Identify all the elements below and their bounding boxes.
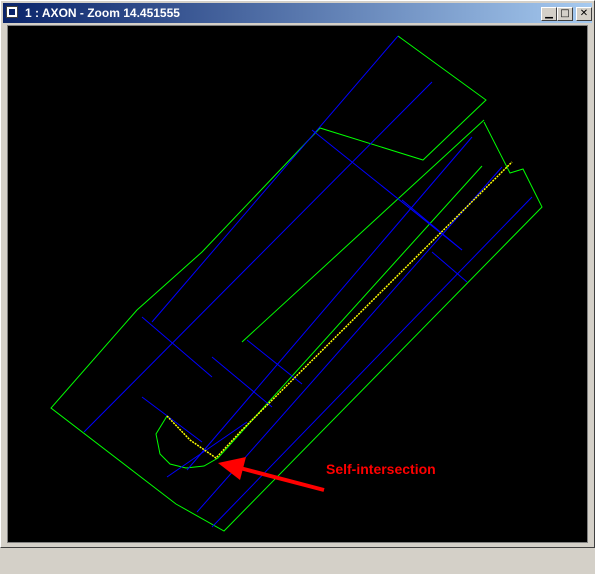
self-intersection-label: Self-intersection — [326, 461, 436, 477]
gridline — [141, 316, 213, 378]
window-title: 1 : AXON - Zoom 14.451555 — [25, 6, 180, 20]
minimize-button[interactable]: ▁ — [541, 7, 557, 21]
annotation-arrow — [218, 457, 325, 492]
gridline — [311, 129, 463, 251]
gridline — [211, 196, 533, 528]
upper-block-outline — [50, 35, 543, 532]
close-button[interactable]: ✕ — [576, 7, 592, 21]
window-app-icon[interactable] — [6, 6, 18, 18]
gridline — [401, 199, 463, 251]
cad-window: 1 : AXON - Zoom 14.451555 ▁ □ ✕ Self-int… — [0, 0, 595, 548]
gridline — [431, 251, 468, 283]
green-outlines — [50, 35, 543, 532]
gridline — [246, 339, 303, 385]
gridline — [151, 35, 399, 323]
gridline — [141, 396, 203, 443]
gridline — [83, 81, 433, 433]
curve-outline — [155, 165, 483, 469]
title-bar[interactable]: 1 : AXON - Zoom 14.451555 ▁ □ ✕ — [3, 3, 592, 23]
gridline — [211, 356, 273, 408]
maximize-button[interactable]: □ — [557, 7, 573, 21]
middle-block-outline — [241, 119, 485, 343]
drawing-canvas — [50, 35, 543, 532]
drawing-viewport[interactable] — [7, 25, 588, 543]
